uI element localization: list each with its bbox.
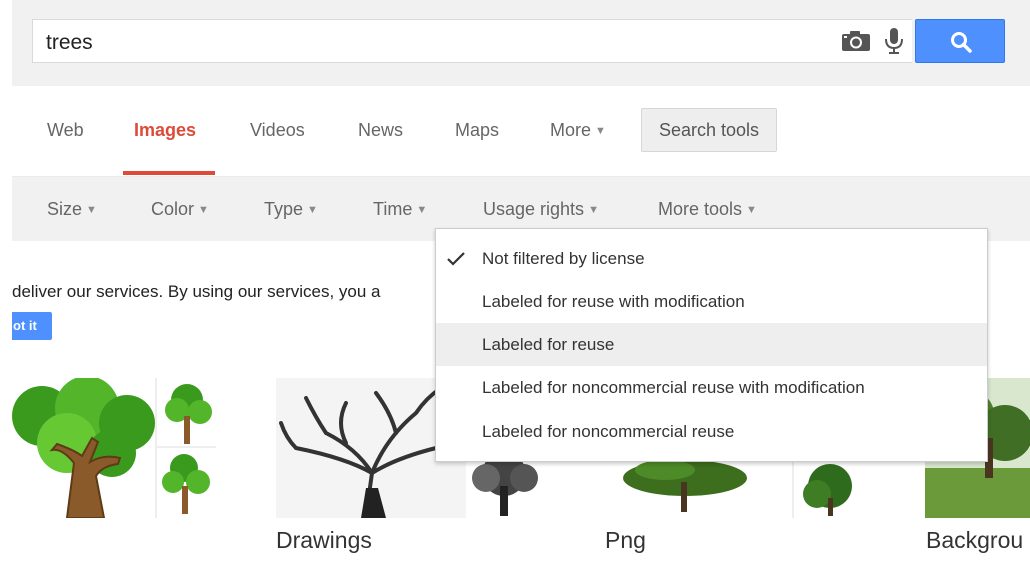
result-caption-png[interactable]: Png (605, 527, 646, 554)
option-label: Labeled for reuse with modification (482, 292, 745, 311)
search-query-text[interactable]: trees (46, 31, 93, 55)
chevron-down-icon: ▼ (198, 204, 209, 216)
chevron-down-icon: ▼ (416, 204, 428, 216)
option-label: Labeled for noncommercial reuse (482, 422, 735, 441)
tool-usage-rights-label: Usage rights (483, 199, 585, 219)
usage-rights-dropdown: Not filtered by license Labeled for reus… (435, 228, 988, 462)
option-noncommercial-reuse[interactable]: Labeled for noncommercial reuse (436, 410, 987, 453)
magnifier-icon (951, 32, 972, 53)
option-not-filtered[interactable]: Not filtered by license (436, 237, 987, 280)
tab-videos[interactable]: Videos (250, 120, 305, 141)
microphone-icon[interactable] (882, 26, 906, 56)
tab-images[interactable]: Images (134, 120, 196, 141)
tool-type-label: Type (264, 199, 304, 219)
chevron-down-icon: ▼ (86, 204, 97, 216)
tool-time[interactable]: Time ▼ (373, 199, 427, 220)
tool-size[interactable]: Size ▼ (47, 199, 97, 220)
tab-more-label: More (550, 120, 592, 140)
result-caption-drawings[interactable]: Drawings (276, 527, 372, 554)
tool-more-tools[interactable]: More tools ▼ (658, 199, 757, 220)
chevron-down-icon: ▼ (746, 204, 757, 216)
option-label: Labeled for noncommercial reuse with mod… (482, 378, 865, 397)
active-tab-indicator (123, 171, 215, 175)
option-label: Labeled for reuse (482, 335, 615, 354)
tool-size-label: Size (47, 199, 83, 219)
cartoon-tree-image (12, 378, 216, 518)
check-icon (447, 252, 465, 266)
option-reuse-with-modification[interactable]: Labeled for reuse with modification (436, 280, 987, 323)
chevron-down-icon: ▼ (595, 125, 606, 137)
result-caption-background[interactable]: Backgrou (926, 527, 1023, 554)
tab-news[interactable]: News (358, 120, 403, 141)
search-input[interactable] (32, 19, 912, 63)
cookie-notice-text: deliver our services. By using our servi… (12, 282, 381, 301)
got-it-button[interactable]: ot it (12, 312, 52, 340)
tool-time-label: Time (373, 199, 413, 219)
camera-icon[interactable] (841, 30, 871, 52)
search-tools-button[interactable]: Search tools (641, 108, 777, 152)
image-result-cartoon-trees[interactable] (12, 378, 216, 518)
chevron-down-icon: ▼ (307, 204, 318, 216)
tool-color[interactable]: Color ▼ (151, 199, 209, 220)
tab-maps[interactable]: Maps (455, 120, 499, 141)
tab-web[interactable]: Web (47, 120, 84, 141)
tool-color-label: Color (151, 199, 195, 219)
search-button[interactable] (915, 19, 1005, 63)
option-noncommercial-reuse-with-modification[interactable]: Labeled for noncommercial reuse with mod… (436, 366, 987, 409)
tool-more-tools-label: More tools (658, 199, 743, 219)
chevron-down-icon: ▼ (588, 204, 599, 216)
tool-type[interactable]: Type ▼ (264, 199, 318, 220)
option-reuse[interactable]: Labeled for reuse (436, 323, 987, 366)
option-label: Not filtered by license (482, 249, 645, 268)
tab-more[interactable]: More ▼ (550, 120, 606, 141)
tool-usage-rights[interactable]: Usage rights ▼ (483, 199, 599, 220)
